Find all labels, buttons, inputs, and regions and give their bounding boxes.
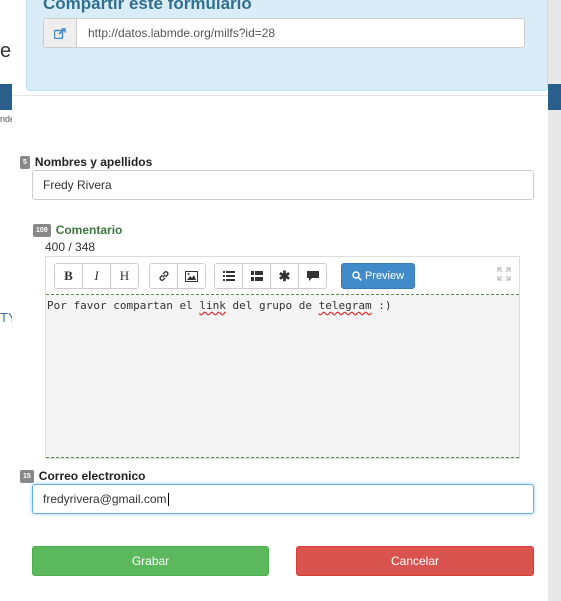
question-label: Nombres y apellidos: [34, 155, 153, 169]
link-button[interactable]: [149, 263, 178, 289]
character-counter: 400 / 348: [45, 240, 96, 254]
question-label: Correo electronico: [38, 469, 146, 483]
share-title: Compartir este formulario: [43, 0, 252, 13]
asterisk-icon: ✱: [278, 267, 291, 284]
nombres-label: 5 Nombres y apellidos: [20, 155, 152, 169]
correo-value: fredyrivera@gmail.com: [43, 492, 167, 506]
image-icon: [185, 270, 198, 282]
bold-button[interactable]: B: [54, 263, 83, 289]
share-url-input[interactable]: http://datos.labmde.org/milfs?id=28: [77, 19, 275, 47]
share-url-group: http://datos.labmde.org/milfs?id=28: [43, 18, 525, 48]
editor-text-before: Por favor compartan el link del grupo de…: [47, 299, 392, 312]
form-modal: Compartir este formulario http://datos.l…: [12, 0, 548, 601]
share-icon: [44, 19, 77, 47]
search-icon: [352, 271, 362, 281]
markdown-editor: B I H ✱ Preview Por favor compartan el l…: [45, 256, 520, 459]
question-number-badge: 5: [20, 155, 30, 169]
italic-button[interactable]: I: [82, 263, 111, 289]
ordered-list-button[interactable]: [242, 263, 271, 289]
correo-input[interactable]: fredyrivera@gmail.com: [32, 484, 534, 514]
editor-toolbar: B I H ✱ Preview: [46, 257, 519, 295]
comentario-textarea[interactable]: Por favor compartan el link del grupo de…: [47, 299, 391, 312]
preview-button[interactable]: Preview: [341, 263, 415, 289]
text-caret: [167, 493, 169, 507]
question-number-badge: 15: [20, 469, 34, 483]
link-icon: [158, 271, 169, 281]
question-label: Comentario: [55, 223, 123, 237]
correo-label: 15 Correo electronico: [20, 469, 146, 483]
comentario-label: 109 Comentario: [33, 223, 122, 237]
fullscreen-button[interactable]: [497, 267, 511, 281]
asterisk-button[interactable]: ✱: [270, 263, 299, 289]
comment-icon: [306, 270, 319, 281]
insert-group: [149, 263, 206, 289]
misspelled-word: telegram: [318, 299, 372, 312]
cancel-button[interactable]: Cancelar: [296, 546, 534, 576]
preview-label: Preview: [364, 270, 405, 282]
unordered-list-icon: [222, 271, 235, 281]
list-group: ✱: [214, 263, 327, 289]
share-panel: Compartir este formulario http://datos.l…: [26, 0, 548, 91]
save-button[interactable]: Grabar: [32, 546, 269, 576]
fullscreen-icon: [497, 267, 511, 281]
image-button[interactable]: [177, 263, 206, 289]
editor-bottom-border: [46, 457, 519, 458]
unordered-list-button[interactable]: [214, 263, 243, 289]
divider: [12, 95, 548, 96]
question-number-badge: 109: [33, 223, 51, 237]
background-text-fragment: e: [0, 40, 12, 62]
format-group: B I H: [54, 263, 139, 289]
nombres-input[interactable]: Fredy Rivera: [32, 170, 534, 200]
background-navbar-left: [0, 84, 12, 110]
misspelled-word: link: [199, 299, 226, 312]
comment-button[interactable]: [298, 263, 327, 289]
background-navbar-right: [548, 84, 561, 110]
ordered-list-icon: [250, 271, 263, 281]
heading-button[interactable]: H: [110, 263, 139, 289]
